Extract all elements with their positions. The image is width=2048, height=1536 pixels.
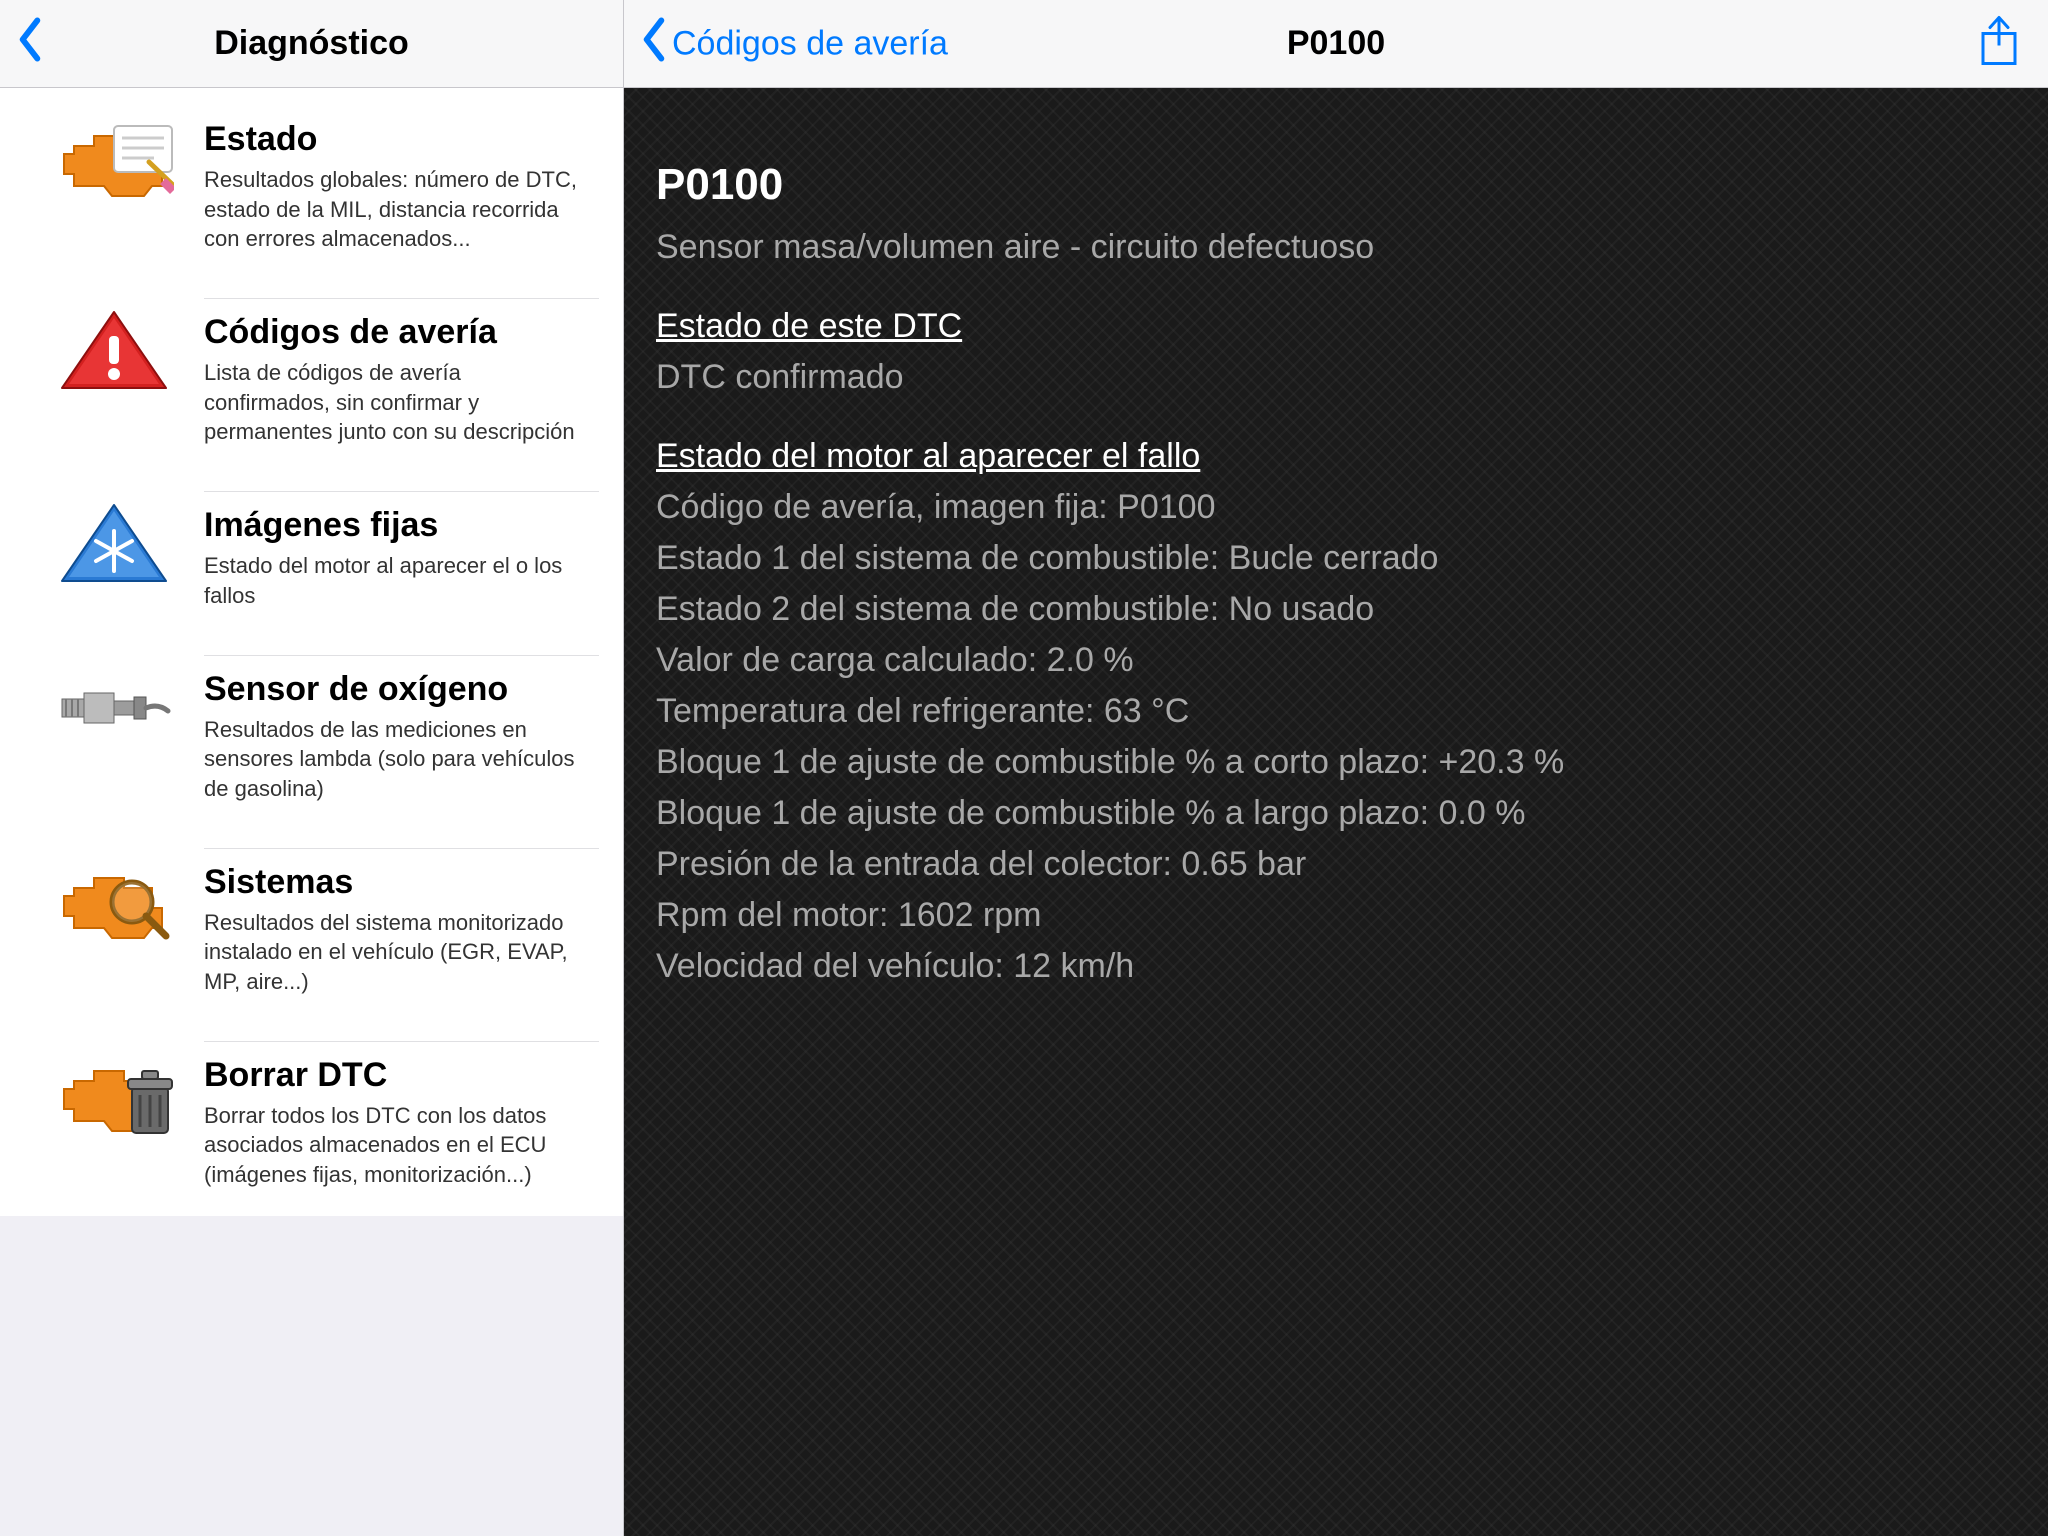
sidebar-item-title: Sistemas [204, 863, 587, 902]
detail-description: Sensor masa/volumen aire - circuito defe… [656, 222, 2016, 273]
detail-back-button[interactable]: Códigos de avería [640, 17, 948, 70]
sidebar-item-desc: Borrar todos los DTC con los datos asoci… [204, 1101, 587, 1190]
sidebar: Diagnóstico Estado [0, 0, 624, 1536]
engine-line: Rpm del motor: 1602 rpm [656, 890, 2016, 941]
share-icon [1978, 54, 2020, 71]
sidebar-item-borrar-dtc[interactable]: Borrar DTC Borrar todos los DTC con los … [0, 1023, 623, 1216]
engine-section-title: Estado del motor al aparecer el fallo [656, 431, 2016, 482]
clear-dtc-icon [24, 1041, 204, 1139]
sidebar-item-imagenes-fijas[interactable]: Imágenes fijas Estado del motor al apare… [0, 473, 623, 636]
engine-line: Bloque 1 de ajuste de combustible % a la… [656, 788, 2016, 839]
detail-pane: Códigos de avería P0100 P0100 Sensor mas… [624, 0, 2048, 1536]
systems-icon [24, 848, 204, 946]
engine-notes-icon [24, 106, 204, 204]
sidebar-title: Diagnóstico [0, 24, 623, 63]
engine-line: Estado 2 del sistema de combustible: No … [656, 584, 2016, 635]
sidebar-item-desc: Resultados globales: número de DTC, esta… [204, 165, 587, 254]
detail-header: Códigos de avería P0100 [624, 0, 2048, 88]
sidebar-item-estado[interactable]: Estado Resultados globales: número de DT… [0, 88, 623, 280]
engine-line: Presión de la entrada del colector: 0.65… [656, 839, 2016, 890]
chevron-left-icon [16, 17, 44, 70]
status-value: DTC confirmado [656, 352, 2016, 403]
sidebar-item-title: Imágenes fijas [204, 506, 587, 545]
engine-line: Temperatura del refrigerante: 63 °C [656, 686, 2016, 737]
sidebar-item-desc: Resultados de las mediciones en sensores… [204, 715, 587, 804]
detail-code: P0100 [656, 152, 2016, 218]
freeze-frame-icon [24, 491, 204, 589]
sidebar-item-desc: Lista de códigos de avería confirmados, … [204, 358, 587, 447]
engine-line: Valor de carga calculado: 2.0 % [656, 635, 2016, 686]
sidebar-header: Diagnóstico [0, 0, 623, 88]
engine-line: Estado 1 del sistema de combustible: Buc… [656, 533, 2016, 584]
sidebar-item-desc: Estado del motor al aparecer el o los fa… [204, 551, 587, 610]
chevron-left-icon [640, 17, 668, 70]
oxygen-sensor-icon [24, 655, 204, 753]
detail-body: P0100 Sensor masa/volumen aire - circuit… [624, 88, 2048, 1536]
engine-line: Velocidad del vehículo: 12 km/h [656, 941, 2016, 992]
warning-triangle-icon [24, 298, 204, 396]
sidebar-list: Estado Resultados globales: número de DT… [0, 88, 623, 1216]
sidebar-item-sistemas[interactable]: Sistemas Resultados del sistema monitori… [0, 830, 623, 1023]
sidebar-item-title: Borrar DTC [204, 1056, 587, 1095]
status-section-title: Estado de este DTC [656, 301, 2016, 352]
sidebar-item-title: Estado [204, 120, 587, 159]
sidebar-item-title: Sensor de oxígeno [204, 670, 587, 709]
share-button[interactable] [1978, 15, 2020, 72]
sidebar-item-sensor-oxigeno[interactable]: Sensor de oxígeno Resultados de las medi… [0, 637, 623, 830]
detail-back-label: Códigos de avería [672, 24, 948, 63]
sidebar-item-codigos-averia[interactable]: Códigos de avería Lista de códigos de av… [0, 280, 623, 473]
engine-line: Código de avería, imagen fija: P0100 [656, 482, 2016, 533]
sidebar-item-title: Códigos de avería [204, 313, 587, 352]
sidebar-back-button[interactable] [16, 17, 44, 70]
sidebar-item-desc: Resultados del sistema monitorizado inst… [204, 908, 587, 997]
engine-line: Bloque 1 de ajuste de combustible % a co… [656, 737, 2016, 788]
